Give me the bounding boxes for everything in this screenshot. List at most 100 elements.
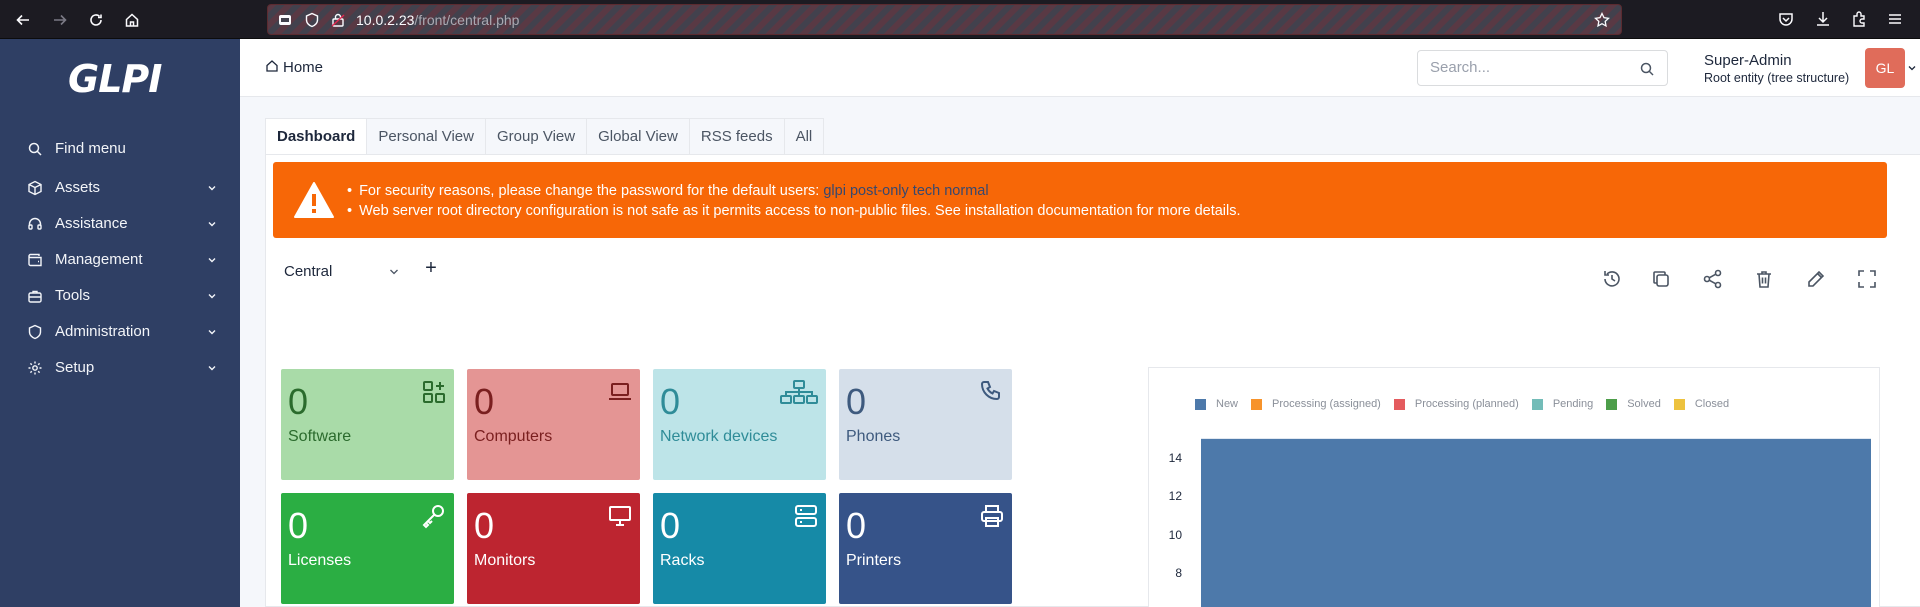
tab-personal-view[interactable]: Personal View <box>367 118 486 155</box>
chart-bar[interactable] <box>1201 438 1871 607</box>
home-icon[interactable] <box>121 9 143 31</box>
chevron-down-icon[interactable] <box>1908 64 1916 72</box>
legend-swatch <box>1673 398 1685 410</box>
avatar[interactable]: GL <box>1865 48 1905 88</box>
download-icon[interactable] <box>1814 10 1832 28</box>
sidebar-item-label: Management <box>55 251 143 268</box>
view-tabs: Dashboard Personal View Group View Globa… <box>265 118 825 155</box>
card-printers[interactable]: 0 Printers <box>839 493 1012 604</box>
card-computers[interactable]: 0 Computers <box>467 369 640 480</box>
default-users-link[interactable]: glpi post-only tech normal <box>823 183 988 199</box>
card-value: 0 <box>660 381 681 422</box>
edit-icon[interactable] <box>1805 268 1827 290</box>
legend-label: New <box>1216 398 1239 410</box>
card-label: Phones <box>846 428 901 445</box>
chevron-down-icon <box>208 366 216 371</box>
user-name[interactable]: Super-Admin <box>1704 52 1792 69</box>
sidebar-item-setup[interactable]: Setup <box>0 350 240 386</box>
card-label: Network devices <box>660 428 778 445</box>
sidebar-item-label: Administration <box>55 323 151 340</box>
card-racks[interactable]: 0 Racks <box>653 493 826 604</box>
sidebar-item-assets[interactable]: Assets <box>0 170 240 206</box>
legend-item[interactable]: Processing (planned) <box>1393 398 1519 410</box>
breadcrumb[interactable]: Home <box>265 59 323 76</box>
sidebar-item-tools[interactable]: Tools <box>0 278 240 314</box>
card-software[interactable]: 0 Software <box>281 369 454 480</box>
search-input[interactable] <box>1430 59 1630 76</box>
search-icon <box>28 142 42 156</box>
card-monitors[interactable]: 0 Monitors <box>467 493 640 604</box>
legend-label: Closed <box>1694 398 1730 410</box>
card-label: Licenses <box>288 552 352 569</box>
tab-dashboard[interactable]: Dashboard <box>265 118 368 155</box>
card-label: Computers <box>474 428 553 445</box>
sidebar-item-label: Setup <box>55 359 95 376</box>
card-network-devices[interactable]: 0 Network devices <box>653 369 826 480</box>
url-text: 10.0.2.23/front/central.php <box>356 12 520 28</box>
history-icon[interactable] <box>1601 268 1623 290</box>
menu-icon[interactable] <box>1886 10 1904 28</box>
trash-icon[interactable] <box>1753 268 1775 290</box>
card-value: 0 <box>474 381 495 422</box>
briefcase-icon <box>28 290 42 303</box>
warning-icon <box>294 182 334 218</box>
fullscreen-icon[interactable] <box>1856 268 1878 290</box>
add-dashboard-button[interactable]: + <box>421 258 441 278</box>
card-phones[interactable]: 0 Phones <box>839 369 1012 480</box>
card-value: 0 <box>660 505 681 546</box>
alert-message: For security reasons, please change the … <box>347 181 1241 201</box>
sidebar-item-assistance[interactable]: Assistance <box>0 206 240 242</box>
card-label: Printers <box>846 552 902 569</box>
phone-icon <box>979 379 1005 405</box>
extensions-icon[interactable] <box>1850 10 1868 28</box>
legend-swatch <box>1531 398 1543 410</box>
search-icon[interactable] <box>1639 61 1655 77</box>
legend-label: Pending <box>1552 398 1594 410</box>
legend-label: Processing (assigned) <box>1272 398 1381 410</box>
pocket-icon[interactable] <box>1777 10 1795 28</box>
forward-icon[interactable] <box>49 9 71 31</box>
share-icon[interactable] <box>1702 268 1724 290</box>
tab-global-view[interactable]: Global View <box>587 118 690 155</box>
url-bar[interactable]: 10.0.2.23/front/central.php <box>267 4 1622 35</box>
y-tick-label: 10 <box>1168 527 1182 542</box>
tab-rss-feeds[interactable]: RSS feeds <box>689 118 785 155</box>
glpi-logo[interactable]: GLPI <box>68 57 162 101</box>
apps-icon <box>421 379 447 405</box>
card-value: 0 <box>846 381 867 422</box>
printer-icon <box>979 503 1005 529</box>
legend-label: Solved <box>1627 398 1661 410</box>
legend-item[interactable]: Solved <box>1606 398 1661 410</box>
sidebar-item-management[interactable]: Management <box>0 242 240 278</box>
card-value: 0 <box>474 505 495 546</box>
legend-swatch <box>1195 398 1206 410</box>
tab-all[interactable]: All <box>784 118 825 155</box>
laptop-icon <box>607 379 633 405</box>
legend-item[interactable]: Pending <box>1531 398 1594 410</box>
alert-message: Web server root directory configuration … <box>347 201 1240 221</box>
chevron-down-icon <box>208 186 216 191</box>
legend-item[interactable]: New <box>1195 398 1238 410</box>
user-entity[interactable]: Root entity (tree structure) <box>1704 71 1849 85</box>
legend-item[interactable]: Closed <box>1673 398 1730 410</box>
gear-icon <box>28 361 42 375</box>
alert-messages: For security reasons, please change the … <box>347 181 1241 221</box>
sidebar-item-administration[interactable]: Administration <box>0 314 240 350</box>
insecure-lock-icon[interactable] <box>330 12 346 28</box>
dashboard-select[interactable]: Central <box>276 255 411 288</box>
bookmark-star-icon[interactable] <box>1594 12 1610 28</box>
shield-icon[interactable] <box>304 12 320 28</box>
sidebar-item-find-menu[interactable]: Find menu <box>0 131 240 167</box>
monitor-icon <box>607 503 633 529</box>
chart-plot <box>1201 438 1871 607</box>
chevron-down-icon <box>208 330 216 335</box>
legend-swatch <box>1251 398 1263 410</box>
security-alert: For security reasons, please change the … <box>273 162 1887 238</box>
copy-icon[interactable] <box>1650 268 1672 290</box>
tab-group-view[interactable]: Group View <box>485 118 588 155</box>
back-icon[interactable] <box>12 9 34 31</box>
legend-item[interactable]: Processing (assigned) <box>1251 398 1381 410</box>
card-licenses[interactable]: 0 Licenses <box>281 493 454 604</box>
reload-icon[interactable] <box>85 9 107 31</box>
global-search[interactable] <box>1417 50 1668 86</box>
